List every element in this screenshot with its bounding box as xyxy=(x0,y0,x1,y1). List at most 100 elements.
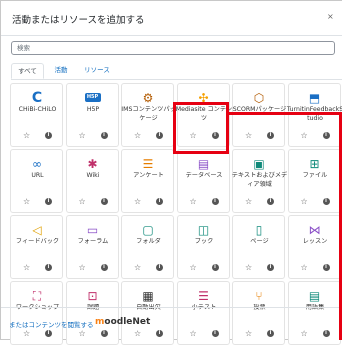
search-input[interactable]: 検索 xyxy=(11,41,335,55)
info-icon[interactable]: i xyxy=(101,132,108,139)
star-icon[interactable]: ☆ xyxy=(245,131,252,140)
star-icon[interactable]: ☆ xyxy=(134,329,141,338)
info-icon[interactable]: i xyxy=(45,132,52,139)
activity-label: 用語集 xyxy=(287,304,342,313)
info-icon[interactable]: i xyxy=(156,198,163,205)
star-icon[interactable]: ☆ xyxy=(79,263,86,272)
attendance-icon: ▦ xyxy=(140,288,156,304)
book-icon: ◫ xyxy=(196,222,212,238)
activity-label: H5P xyxy=(65,106,122,115)
wiki-icon: ✱ xyxy=(85,156,101,172)
info-icon[interactable]: i xyxy=(156,264,163,271)
activity-card[interactable]: CCHiBi-CHiLO ☆ i xyxy=(10,83,63,147)
star-icon[interactable]: ☆ xyxy=(190,263,197,272)
activity-card[interactable]: ◫ブック☆i xyxy=(177,215,230,279)
star-icon[interactable]: ☆ xyxy=(190,197,197,206)
star-icon[interactable]: ☆ xyxy=(79,197,86,206)
activity-card[interactable]: ⬡SCORMパッケージ☆i xyxy=(232,83,285,147)
activity-card[interactable]: ◁フィードバック☆i xyxy=(10,215,63,279)
activity-label: URL xyxy=(9,172,66,181)
survey-icon: ☰ xyxy=(140,156,156,172)
info-icon[interactable]: i xyxy=(45,264,52,271)
forum-icon: ▭ xyxy=(85,222,101,238)
star-icon[interactable]: ☆ xyxy=(301,131,308,140)
activity-card[interactable]: ▤データベース☆i xyxy=(177,149,230,213)
star-icon[interactable]: ☆ xyxy=(23,131,30,140)
star-icon[interactable]: ☆ xyxy=(79,131,86,140)
activity-label: CHiBi-CHiLO xyxy=(9,106,66,115)
info-icon[interactable]: i xyxy=(212,264,219,271)
activity-card[interactable]: ⋈レッスン☆i xyxy=(288,215,341,279)
activity-card[interactable]: ⚙IMSコンテンツパッケージ☆i xyxy=(121,83,174,147)
star-icon[interactable]: ☆ xyxy=(301,197,308,206)
activity-card[interactable]: ▭フォーラム☆i xyxy=(66,215,119,279)
info-icon[interactable]: i xyxy=(267,132,274,139)
info-icon[interactable]: i xyxy=(323,264,330,271)
activity-card[interactable]: ⊡課題☆i xyxy=(66,281,119,345)
activity-card[interactable]: ∞URL☆i xyxy=(10,149,63,213)
page-icon: ▯ xyxy=(251,222,267,238)
activity-label: テキストおよびメディア領域 xyxy=(231,172,288,189)
star-icon[interactable]: ☆ xyxy=(134,263,141,272)
info-icon[interactable]: i xyxy=(267,264,274,271)
info-icon[interactable]: i xyxy=(212,330,219,337)
activity-label: データベース xyxy=(176,172,233,181)
star-icon[interactable]: ☆ xyxy=(134,131,141,140)
info-icon[interactable]: i xyxy=(323,198,330,205)
info-icon[interactable]: i xyxy=(323,132,330,139)
dialog-header: 活動またはリソースを追加する × xyxy=(1,1,342,36)
text-media-icon: ▣ xyxy=(251,156,267,172)
activity-card[interactable]: ✱Wiki☆i xyxy=(66,149,119,213)
dialog-title: 活動またはリソースを追加する xyxy=(12,12,145,26)
activity-card[interactable]: ▯ページ☆i xyxy=(232,215,285,279)
star-icon[interactable]: ☆ xyxy=(23,263,30,272)
info-icon[interactable]: i xyxy=(45,330,52,337)
activity-card[interactable]: ▢フォルダ☆i xyxy=(121,215,174,279)
star-icon[interactable]: ☆ xyxy=(134,197,141,206)
activity-label: ワークショップ xyxy=(9,304,66,313)
activity-card[interactable]: ⛶ワークショップ ☆ i xyxy=(10,281,63,345)
browse-content-link[interactable]: またはコンテンツを閲覧する xyxy=(9,319,94,329)
info-icon[interactable]: i xyxy=(156,132,163,139)
star-icon[interactable]: ☆ xyxy=(245,329,252,338)
activity-card[interactable]: ⊞ファイル☆i xyxy=(288,149,341,213)
activity-card[interactable]: H5PH5P☆i xyxy=(66,83,119,147)
star-icon[interactable]: ☆ xyxy=(79,329,86,338)
workshop-icon: ⛶ xyxy=(29,288,45,304)
activity-card[interactable]: ⑂投票☆i xyxy=(232,281,285,345)
info-icon[interactable]: i xyxy=(323,330,330,337)
info-icon[interactable]: i xyxy=(267,330,274,337)
activity-label: 課題 xyxy=(65,304,122,313)
star-icon[interactable]: ☆ xyxy=(301,329,308,338)
star-icon[interactable]: ☆ xyxy=(23,329,30,338)
activity-card[interactable]: ⬒TurnitinFeedbackStudio☆i xyxy=(288,83,341,147)
info-icon[interactable]: i xyxy=(45,198,52,205)
close-icon[interactable]: × xyxy=(327,13,334,21)
chilo-c-icon: C xyxy=(29,90,45,106)
activity-card[interactable]: ☰小テスト☆i xyxy=(177,281,230,345)
folder-icon: ▢ xyxy=(140,222,156,238)
activity-card[interactable]: ▣テキストおよびメディア領域 ☆ i xyxy=(232,149,285,213)
tab-resources[interactable]: リソース xyxy=(77,63,117,79)
moodlenet-logo[interactable]: moodleNet xyxy=(95,317,150,327)
star-icon[interactable]: ☆ xyxy=(190,329,197,338)
tab-all[interactable]: すべて xyxy=(11,63,44,79)
activity-card[interactable]: ▦自動出欠☆i xyxy=(121,281,174,345)
info-icon[interactable]: i xyxy=(101,198,108,205)
activity-label: レッスン xyxy=(287,238,342,247)
info-icon[interactable]: i xyxy=(101,330,108,337)
tab-activities[interactable]: 活動 xyxy=(48,63,74,79)
info-icon[interactable]: i xyxy=(212,198,219,205)
ims-package-icon: ⚙ xyxy=(140,90,156,106)
info-icon[interactable]: i xyxy=(267,198,274,205)
star-icon[interactable]: ☆ xyxy=(301,263,308,272)
star-icon[interactable]: ☆ xyxy=(245,263,252,272)
info-icon[interactable]: i xyxy=(156,330,163,337)
star-icon[interactable]: ☆ xyxy=(23,197,30,206)
activity-card[interactable]: ☰アンケート☆i xyxy=(121,149,174,213)
quiz-icon: ☰ xyxy=(196,288,212,304)
info-icon[interactable]: i xyxy=(101,264,108,271)
star-icon[interactable]: ☆ xyxy=(245,197,252,206)
activity-card[interactable]: ▤用語集☆i xyxy=(288,281,341,345)
add-activity-dialog: 活動またはリソースを追加する × 検索 すべて 活動 リソース CCHiBi-C… xyxy=(0,0,342,340)
